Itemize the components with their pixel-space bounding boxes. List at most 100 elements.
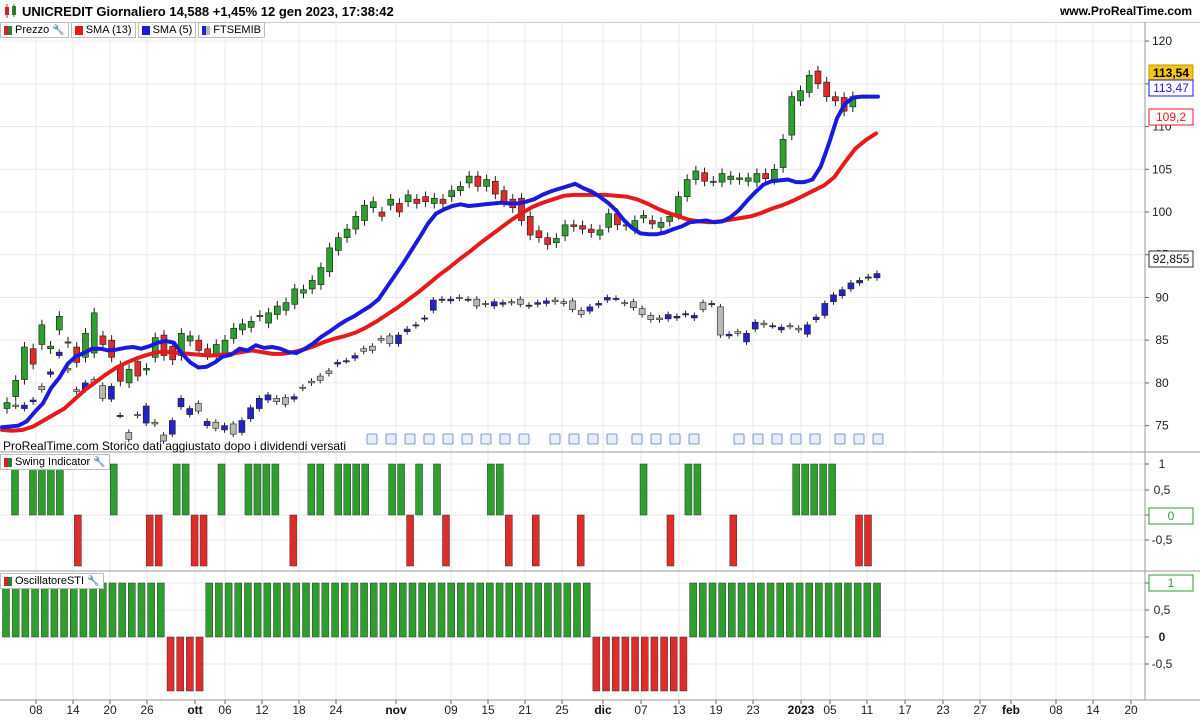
news-icon	[499, 433, 511, 445]
legend-prezzo[interactable]: Prezzo 🔧	[0, 22, 69, 38]
negative-bar	[442, 514, 450, 567]
candle-body	[247, 321, 255, 328]
candle-body	[378, 211, 386, 217]
y-tick-label: 0,5	[1154, 483, 1171, 497]
news-icon	[790, 433, 802, 445]
chart-canvas[interactable]: 758085909510010511011512008142026ott0612…	[0, 0, 1200, 720]
positive-bar	[11, 582, 20, 638]
x-tick-label: 11	[861, 703, 874, 717]
wrench-icon[interactable]: 🔧	[93, 457, 105, 468]
positive-bar	[815, 582, 823, 638]
positive-bar	[79, 582, 88, 638]
positive-bar	[370, 582, 378, 638]
news-icon	[518, 433, 530, 445]
candle-body	[125, 368, 133, 384]
x-tick-label: 17	[898, 703, 912, 717]
x-tick-label: 26	[140, 703, 154, 717]
positive-bar	[302, 582, 310, 638]
ftse-bar	[221, 425, 228, 431]
wrench-icon[interactable]: 🔧	[52, 25, 64, 36]
positive-bar	[361, 463, 369, 516]
oscillatore-bars	[2, 582, 881, 692]
candle-body	[570, 224, 578, 227]
ftse-bar	[29, 399, 37, 403]
ftse-bar	[38, 386, 46, 391]
x-tick-label: 14	[66, 703, 80, 717]
candle-body	[221, 339, 229, 354]
ftse-bar	[482, 303, 489, 305]
x-tick-label: 18	[292, 703, 306, 717]
positive-bar	[437, 582, 446, 638]
positive-bar	[47, 463, 55, 516]
positive-bar	[316, 463, 325, 516]
positive-bar	[553, 582, 562, 638]
ftse-bar	[812, 316, 820, 320]
positive-bar	[737, 582, 746, 638]
y-tick-label: 120	[1152, 34, 1172, 48]
ftse-bar	[55, 351, 63, 356]
news-icon	[480, 433, 492, 445]
candle-body	[230, 327, 238, 339]
candle-body	[605, 213, 612, 228]
legend-sma5[interactable]: SMA (5)	[137, 22, 197, 38]
negative-bar	[679, 636, 688, 692]
x-tick-label: 27	[973, 703, 987, 717]
candle-body	[561, 224, 569, 237]
news-icon	[606, 433, 618, 445]
ftse-bar	[273, 397, 281, 403]
x-tick-label: 08	[29, 703, 43, 717]
ftse-bar	[108, 386, 115, 400]
news-icons[interactable]	[366, 433, 884, 445]
candle-body	[648, 220, 656, 225]
positive-bar	[321, 582, 330, 638]
positive-bar	[379, 582, 388, 638]
news-icon	[771, 433, 783, 445]
candle-body	[99, 335, 107, 345]
oscillatore-label[interactable]: OscillatoreSTI 🔧	[0, 573, 104, 589]
ftse-bar	[255, 397, 263, 409]
positive-bar	[496, 463, 504, 516]
ftse-bar	[847, 282, 855, 290]
ftse-bar	[490, 301, 498, 307]
positive-bar	[819, 463, 827, 516]
legend-sma13[interactable]: SMA (13)	[70, 22, 136, 38]
ftse-bar	[177, 397, 185, 408]
x-tick-label: 23	[746, 703, 760, 717]
ftse-bar	[12, 404, 19, 407]
ftse-bar	[299, 386, 307, 389]
positive-bar	[447, 582, 455, 638]
news-icon	[385, 433, 397, 445]
swing-indicator-label[interactable]: Swing Indicator 🔧	[0, 454, 110, 470]
ftse-bar	[195, 403, 202, 412]
candle-body	[492, 180, 499, 195]
positive-bar	[224, 582, 233, 638]
last-price-badge: 113,54	[1153, 66, 1189, 80]
news-icon	[809, 433, 821, 445]
positive-bar	[718, 582, 726, 638]
positive-bar	[215, 582, 223, 638]
positive-bar	[495, 582, 504, 638]
panel-label-text: Swing Indicator	[15, 456, 91, 468]
candle-body	[3, 402, 11, 409]
ftse-bar	[412, 324, 420, 327]
negative-bar	[195, 636, 204, 692]
positive-bar	[21, 582, 30, 638]
wrench-icon[interactable]: 🔧	[87, 576, 99, 587]
ftse-bar	[334, 362, 341, 365]
x-tick-label: 13	[672, 703, 686, 717]
y-tick-label: -0,5	[1152, 657, 1173, 671]
positive-bar	[639, 463, 648, 516]
candle-body	[239, 323, 246, 331]
bars-icon	[4, 457, 12, 467]
candle-body	[675, 196, 682, 215]
candle-body	[134, 361, 142, 377]
candle-body	[832, 96, 839, 102]
y-tick-label: 80	[1155, 376, 1169, 390]
candle-body	[457, 186, 464, 191]
candle-body	[38, 324, 46, 345]
legend-ftsemib[interactable]: FTSEMIB	[198, 22, 265, 38]
positive-bar	[689, 582, 697, 638]
news-icon	[461, 433, 473, 445]
ftse-bar	[351, 355, 359, 359]
positive-bar	[262, 463, 271, 516]
